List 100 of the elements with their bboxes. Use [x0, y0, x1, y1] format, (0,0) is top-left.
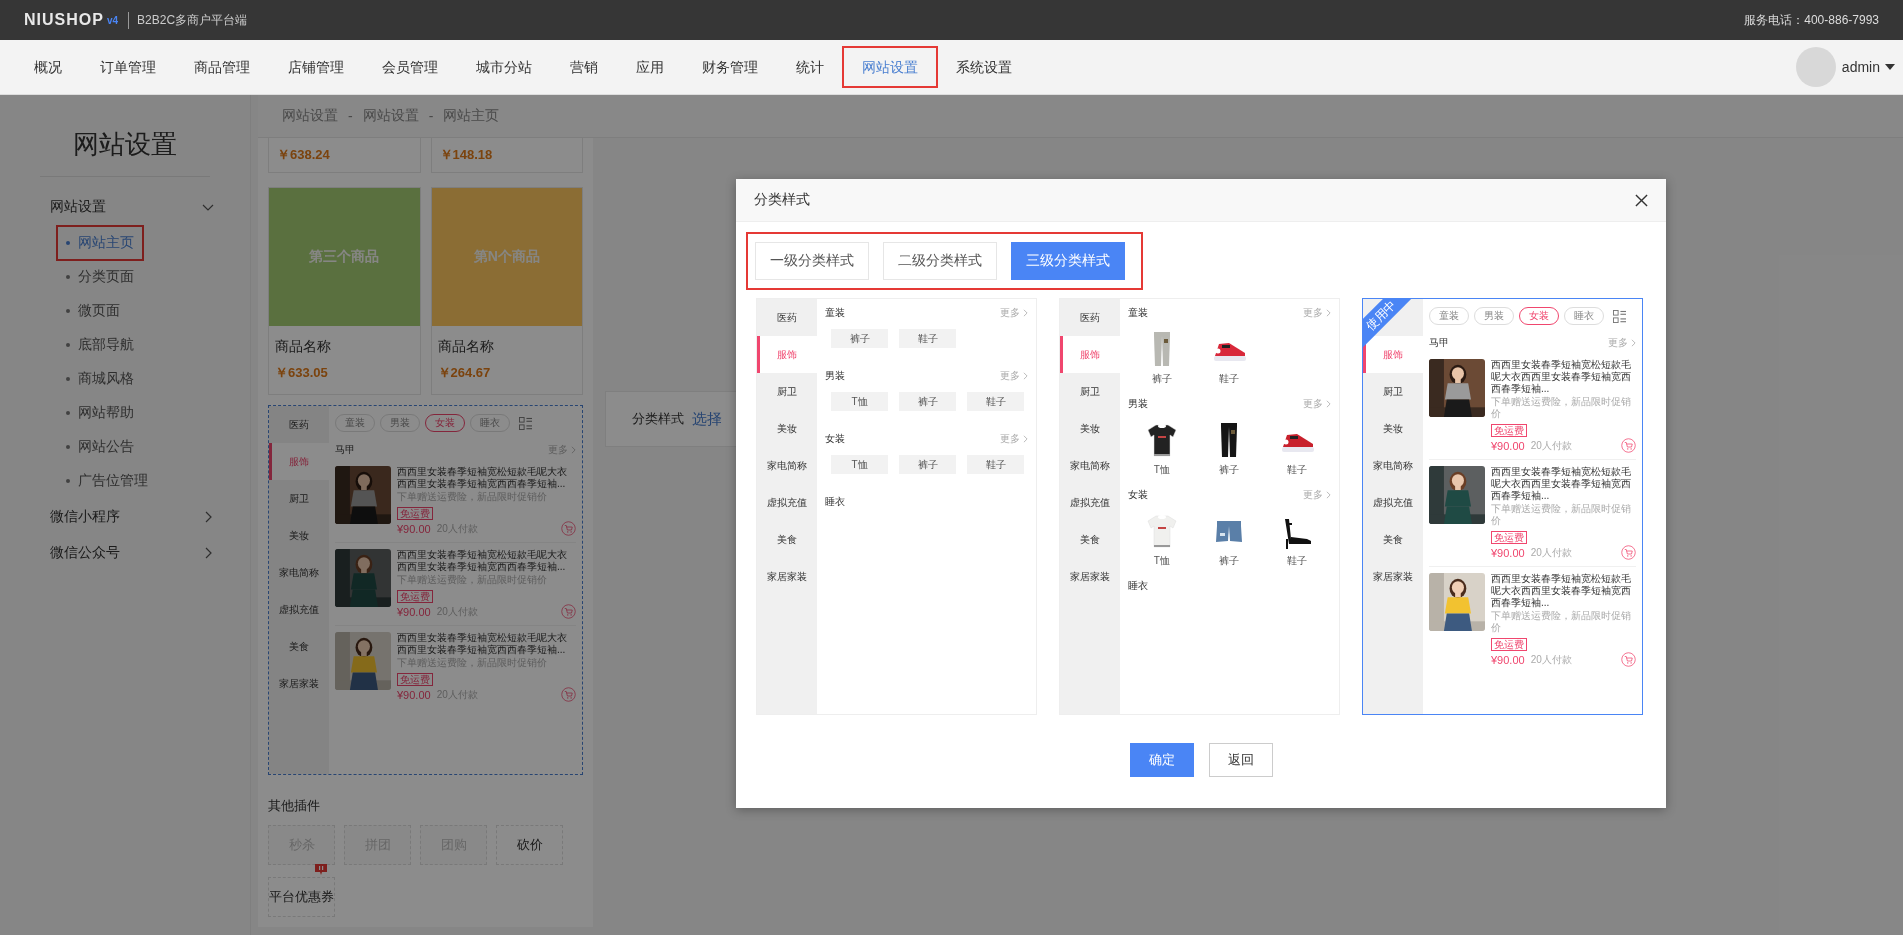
nav-item[interactable]: 应用: [618, 48, 682, 86]
more-link[interactable]: 更多: [1303, 306, 1331, 320]
more-link[interactable]: 更多: [1000, 306, 1028, 320]
subcategory-chip[interactable]: 裤子: [899, 455, 956, 474]
breadcrumb-item[interactable]: 网站设置: [362, 107, 419, 125]
menu-item-label[interactable]: 底部导航: [78, 336, 134, 354]
category-item[interactable]: 家电简称: [1363, 447, 1423, 484]
avatar[interactable]: [1795, 47, 1836, 87]
cart-icon[interactable]: [561, 604, 576, 619]
style-card[interactable]: 医药 服饰 厨卫 美妆 家电简称 虚拟充值 美食 家居家装 童装 更多 裤子 鞋子 男装 更多 T恤 裤子 鞋子 女装 更多 T恤 裤子 鞋子 睡衣: [756, 298, 1037, 715]
cart-icon[interactable]: [1621, 652, 1636, 667]
confirm-button[interactable]: 确定: [1129, 743, 1194, 777]
product-card[interactable]: 第N个商品 商品名称 ￥264.67: [430, 187, 583, 395]
menu-item[interactable]: 网站公告: [58, 431, 142, 463]
nav-item[interactable]: 统计: [778, 48, 842, 86]
style-tab[interactable]: 一级分类样式: [755, 242, 869, 280]
category-item[interactable]: 服饰: [1363, 336, 1423, 373]
plugin-button[interactable]: 平台优惠券: [268, 877, 335, 917]
style-tab[interactable]: 三级分类样式: [1011, 242, 1125, 280]
menu-group[interactable]: 微信小程序: [0, 499, 250, 535]
subcategory-chip[interactable]: 裤子: [831, 329, 888, 348]
cart-icon[interactable]: [561, 521, 576, 536]
subcategory-label[interactable]: 鞋子: [1219, 372, 1240, 386]
subcategory-label[interactable]: 裤子: [1219, 463, 1240, 477]
menu-item-label[interactable]: 分类页面: [78, 268, 134, 286]
subcategory-label[interactable]: 裤子: [1219, 554, 1240, 568]
category-item[interactable]: 美妆: [269, 517, 329, 554]
category-item[interactable]: 医药: [269, 406, 329, 443]
category-item[interactable]: 家居家装: [1363, 558, 1423, 595]
subcategory-chip[interactable]: 鞋子: [899, 329, 956, 348]
category-item[interactable]: 家居家装: [1060, 558, 1120, 595]
category-item[interactable]: 厨卫: [269, 480, 329, 517]
nav-item[interactable]: 城市分站: [458, 48, 550, 86]
nav-item[interactable]: 订单管理: [82, 48, 174, 86]
menu-item-label[interactable]: 网站帮助: [78, 404, 134, 422]
breadcrumb-item[interactable]: 网站设置: [282, 107, 338, 125]
style-card[interactable]: [1362, 298, 1643, 715]
menu-item-label[interactable]: 商城风格: [78, 370, 134, 388]
cart-icon[interactable]: [1621, 545, 1636, 560]
category-item[interactable]: 家居家装: [269, 665, 329, 702]
category-item[interactable]: 美食: [1060, 521, 1120, 558]
category-item[interactable]: 厨卫: [757, 373, 817, 410]
category-item[interactable]: 家电简称: [1060, 447, 1120, 484]
more-link[interactable]: 更多: [1000, 432, 1028, 446]
category-item[interactable]: 家电简称: [757, 447, 817, 484]
category-item[interactable]: 厨卫: [1363, 373, 1423, 410]
menu-item[interactable]: 网站主页: [58, 227, 142, 259]
menu-item[interactable]: 商城风格: [58, 363, 142, 395]
product-card[interactable]: 第三个商品 商品名称 ￥633.05: [268, 187, 421, 395]
nav-item[interactable]: 财务管理: [684, 48, 776, 86]
nav-item[interactable]: 网站设置: [844, 48, 936, 86]
category-item[interactable]: 美食: [269, 628, 329, 665]
category-item[interactable]: 医药: [1060, 299, 1120, 336]
menu-item[interactable]: 微页面: [58, 295, 128, 327]
nav-item[interactable]: 概况: [16, 48, 80, 86]
category-item[interactable]: 美食: [757, 521, 817, 558]
grid-icon[interactable]: [519, 416, 532, 430]
menu-item-label[interactable]: 网站公告: [78, 438, 134, 456]
caret-icon[interactable]: [1885, 64, 1895, 70]
category-item[interactable]: 家电简称: [269, 554, 329, 591]
category-item[interactable]: 虚拟充值: [757, 484, 817, 521]
back-button[interactable]: 返回: [1208, 743, 1273, 777]
nav-item[interactable]: 系统设置: [938, 48, 1030, 86]
more-link[interactable]: 更多: [1303, 397, 1331, 411]
category-item[interactable]: 美妆: [1363, 410, 1423, 447]
subcategory-label[interactable]: T恤: [1153, 463, 1170, 477]
subcategory-chip[interactable]: 鞋子: [967, 455, 1024, 474]
more-link[interactable]: 更多: [1000, 369, 1028, 383]
more-link[interactable]: 更多: [1608, 336, 1636, 350]
menu-group[interactable]: 网站设置: [0, 189, 250, 225]
subcategory-label[interactable]: 鞋子: [1287, 463, 1308, 477]
style-card[interactable]: 医药 服饰 厨卫 美妆 家电简称 虚拟充值 美食 家居家装 童装 更多 裤子 鞋子 男装 更多 T恤 裤子 鞋子 女装 更多 T恤 裤子 鞋子 睡衣: [1059, 298, 1340, 715]
cart-icon[interactable]: [561, 687, 576, 702]
subcategory-label[interactable]: 鞋子: [1287, 554, 1308, 568]
menu-item[interactable]: 底部导航: [58, 329, 142, 361]
menu-item[interactable]: 广告位管理: [58, 465, 156, 497]
menu-item-label[interactable]: 微页面: [78, 302, 120, 320]
category-item[interactable]: 医药: [757, 299, 817, 336]
category-preview[interactable]: [268, 405, 583, 775]
more-link[interactable]: 更多: [1303, 488, 1331, 502]
category-item[interactable]: 服饰: [1060, 336, 1120, 373]
category-item[interactable]: 美妆: [757, 410, 817, 447]
subcategory-label[interactable]: 裤子: [1151, 372, 1172, 386]
menu-item[interactable]: 分类页面: [58, 261, 142, 293]
grid-icon[interactable]: [1613, 309, 1626, 323]
menu-item[interactable]: 网站帮助: [58, 397, 142, 429]
category-item[interactable]: 虚拟充值: [1363, 484, 1423, 521]
category-item[interactable]: 虚拟充值: [1060, 484, 1120, 521]
user-name[interactable]: admin: [1841, 59, 1880, 75]
nav-item[interactable]: 店铺管理: [270, 48, 362, 86]
category-item[interactable]: 虚拟充值: [269, 591, 329, 628]
category-item[interactable]: 服饰: [757, 336, 817, 373]
nav-item[interactable]: 营销: [552, 48, 616, 86]
subcategory-label[interactable]: T恤: [1153, 554, 1170, 568]
subcategory-chip[interactable]: T恤: [831, 392, 888, 411]
nav-item[interactable]: 商品管理: [176, 48, 268, 86]
cart-icon[interactable]: [1621, 438, 1636, 453]
menu-group[interactable]: 微信公众号: [0, 535, 250, 571]
breadcrumb-item[interactable]: 网站主页: [443, 107, 500, 125]
subcategory-chip[interactable]: 裤子: [899, 392, 956, 411]
